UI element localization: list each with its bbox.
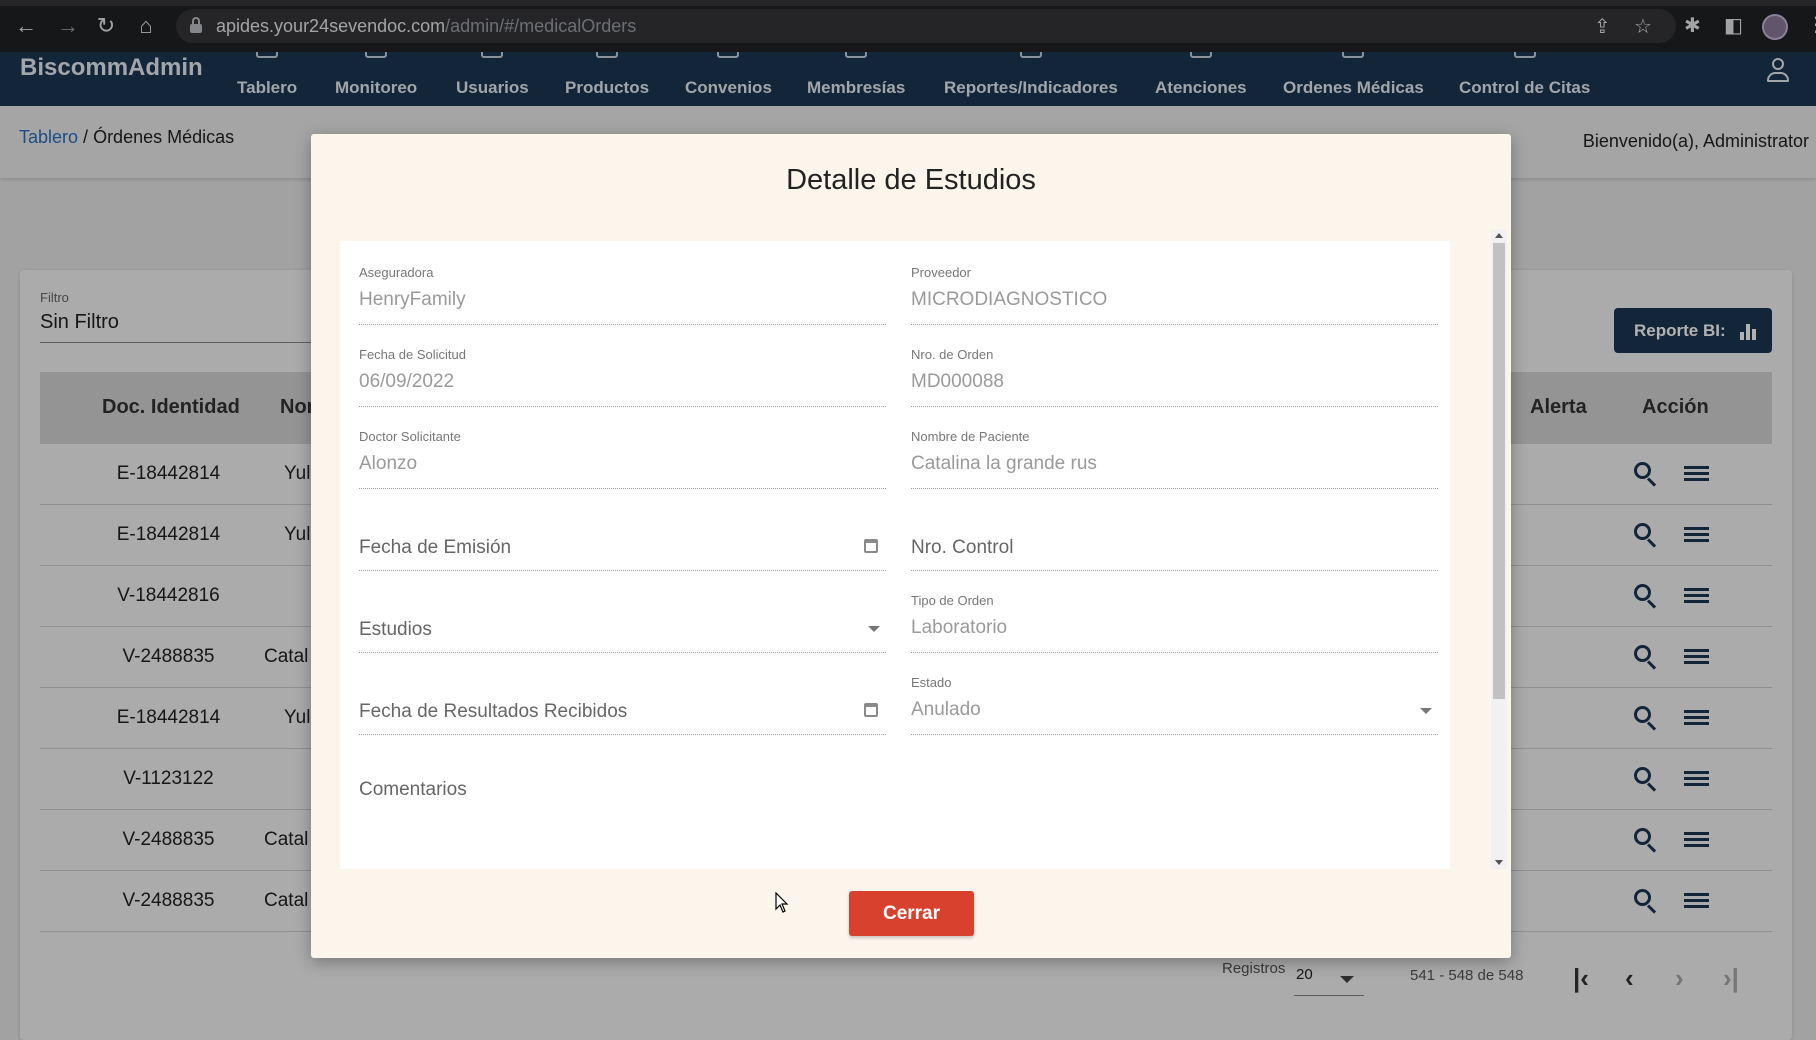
- nro-control-field[interactable]: Nro. Control: [911, 511, 1438, 571]
- calendar-icon[interactable]: [864, 703, 878, 717]
- aseguradora-field[interactable]: Aseguradora HenryFamily: [359, 265, 886, 325]
- estudios-select[interactable]: Estudios: [359, 593, 886, 653]
- scroll-up-icon[interactable]: [1495, 233, 1503, 238]
- proveedor-field[interactable]: Proveedor MICRODIAGNOSTICO: [911, 265, 1438, 325]
- comentarios-textarea[interactable]: Comentarios: [359, 779, 467, 801]
- tipo-orden-field[interactable]: Tipo de Orden Laboratorio: [911, 593, 1438, 653]
- estado-select[interactable]: Estado Anulado: [911, 675, 1438, 735]
- scroll-thumb[interactable]: [1493, 243, 1505, 699]
- dialog-scrollbar[interactable]: [1491, 229, 1507, 869]
- calendar-icon[interactable]: [864, 539, 878, 553]
- dialog-content: Aseguradora HenryFamily Proveedor MICROD…: [340, 241, 1450, 869]
- fecha-resultados-field[interactable]: Fecha de Resultados Recibidos: [359, 675, 886, 735]
- fecha-emision-field[interactable]: Fecha de Emisión: [359, 511, 886, 571]
- study-detail-dialog: Detalle de Estudios Aseguradora HenryFam…: [311, 134, 1511, 958]
- scroll-down-icon[interactable]: [1495, 860, 1503, 865]
- doctor-field[interactable]: Doctor Solicitante Alonzo: [359, 429, 886, 489]
- paciente-field[interactable]: Nombre de Paciente Catalina la grande ru…: [911, 429, 1438, 489]
- dropdown-arrow-icon: [868, 626, 880, 632]
- mouse-cursor-icon: [775, 891, 789, 914]
- nro-orden-field[interactable]: Nro. de Orden MD000088: [911, 347, 1438, 407]
- dialog-title: Detalle de Estudios: [786, 164, 1036, 196]
- close-button[interactable]: Cerrar: [849, 891, 974, 936]
- fecha-solicitud-field[interactable]: Fecha de Solicitud 06/09/2022: [359, 347, 886, 407]
- dropdown-arrow-icon: [1420, 708, 1432, 714]
